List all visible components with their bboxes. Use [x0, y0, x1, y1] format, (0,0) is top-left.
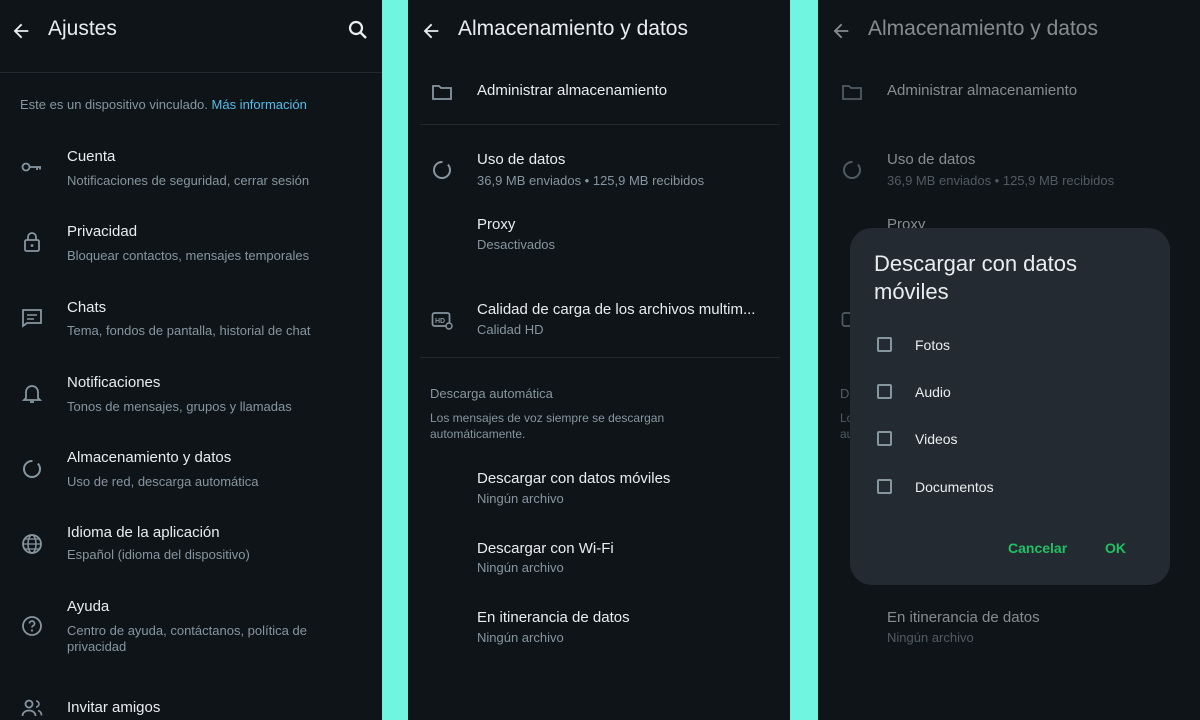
item-title: Uso de datos: [477, 151, 566, 168]
globe-icon: [20, 532, 44, 556]
item-subtitle: Tonos de mensajes, grupos y llamadas: [67, 399, 292, 414]
linked-note-text: Este es un dispositivo vinculado.: [20, 97, 208, 112]
chat-icon: [20, 306, 44, 330]
item-subtitle: Uso de red, descarga automática: [67, 474, 259, 489]
item-subtitle: 36,9 MB enviados • 125,9 MB recibidos: [477, 173, 705, 188]
divider: [420, 357, 780, 358]
search-icon[interactable]: [346, 18, 370, 42]
item-title: Proxy: [477, 216, 516, 233]
audio-checkbox[interactable]: [877, 384, 892, 399]
item-subtitle: Notificaciones de seguridad, cerrar sesi…: [67, 173, 310, 188]
item-title: Privacidad: [67, 223, 138, 240]
item-title: Invitar amigos: [67, 699, 161, 716]
storage-topbar: Almacenamiento y datos: [408, 0, 790, 62]
svg-text:HD: HD: [435, 318, 445, 325]
data-usage-icon: [840, 158, 864, 182]
linked-device-note: Este es un dispositivo vinculado. Más in…: [20, 97, 307, 112]
item-title: Descargar con Wi-Fi: [477, 540, 614, 557]
item-title: En itinerancia de datos: [477, 609, 630, 626]
fotos-checkbox[interactable]: [877, 337, 892, 352]
back-arrow-icon[interactable]: [420, 20, 442, 42]
documentos-checkbox[interactable]: [877, 479, 892, 494]
videos-checkbox[interactable]: [877, 431, 892, 446]
help-icon: [20, 614, 44, 638]
data-usage-title: Uso de datos: [887, 151, 976, 168]
auto-download-header: Descarga automática: [430, 386, 553, 401]
item-subtitle: Ningún archivo: [477, 491, 564, 506]
folder-icon: [430, 80, 454, 104]
divider: [420, 124, 780, 125]
item-subtitle: Tema, fondos de pantalla, historial de c…: [67, 323, 311, 338]
lock-icon: [20, 230, 44, 254]
settings-topbar: Ajustes: [0, 0, 382, 62]
more-info-link[interactable]: Más información: [212, 97, 307, 112]
cancel-button[interactable]: Cancelar: [1008, 540, 1067, 556]
item-title: Cuenta: [67, 148, 116, 165]
item-subtitle: Calidad HD: [477, 322, 544, 337]
item-title: Notificaciones: [67, 374, 161, 391]
ok-button[interactable]: OK: [1105, 540, 1126, 556]
item-title: Administrar almacenamiento: [477, 82, 668, 99]
option-label: Videos: [915, 431, 958, 447]
item-subtitle: Ningún archivo: [477, 560, 564, 575]
hd-icon: HD: [430, 308, 454, 332]
option-label: Audio: [915, 384, 951, 400]
page-title: Ajustes: [48, 17, 117, 40]
item-title: Descargar con datos móviles: [477, 470, 671, 487]
item-subtitle: Español (idioma del dispositivo): [67, 547, 250, 562]
cut-header-text: D: [840, 386, 850, 401]
auto-download-description: Los mensajes de voz siempre se descargan…: [430, 411, 665, 441]
data-usage-icon: [430, 158, 454, 182]
divider: [0, 72, 382, 73]
people-icon: [20, 696, 44, 720]
manage-storage-label: Administrar almacenamiento: [887, 82, 1078, 99]
settings-panel: Ajustes Este es un dispositivo vinculado…: [0, 0, 382, 720]
item-subtitle: Ningún archivo: [477, 630, 564, 645]
item-title: Almacenamiento y datos: [67, 449, 232, 466]
option-label: Fotos: [915, 337, 951, 353]
item-title: Calidad de carga de los archivos multim.…: [477, 301, 756, 318]
roaming-subtitle: Ningún archivo: [887, 630, 974, 645]
item-title: Chats: [67, 299, 107, 316]
option-label: Documentos: [915, 479, 994, 495]
back-arrow-icon[interactable]: [10, 20, 32, 42]
item-subtitle-line2: privacidad: [67, 639, 127, 654]
roaming-title: En itinerancia de datos: [887, 609, 1040, 626]
back-arrow-icon: [830, 20, 852, 42]
storage-icon: [20, 457, 44, 481]
bell-icon: [20, 381, 44, 405]
key-icon: [20, 155, 44, 179]
data-usage-subtitle: 36,9 MB enviados • 125,9 MB recibidos: [887, 173, 1115, 188]
mobile-download-dialog: Descargar con datos móviles Fotos Audio …: [850, 228, 1170, 585]
item-title: Idioma de la aplicación: [67, 524, 220, 541]
folder-icon: [840, 80, 864, 104]
page-title: Almacenamiento y datos: [458, 17, 688, 40]
item-title: Ayuda: [67, 598, 110, 615]
item-subtitle: Bloquear contactos, mensajes temporales: [67, 248, 310, 263]
page-title: Almacenamiento y datos: [868, 17, 1098, 40]
item-subtitle: Desactivados: [477, 237, 556, 252]
dialog-title: Descargar con datos móviles: [874, 251, 1077, 304]
storage-panel: Almacenamiento y datos Administrar almac…: [408, 0, 790, 720]
item-subtitle: Centro de ayuda, contáctanos, política d…: [67, 623, 307, 638]
